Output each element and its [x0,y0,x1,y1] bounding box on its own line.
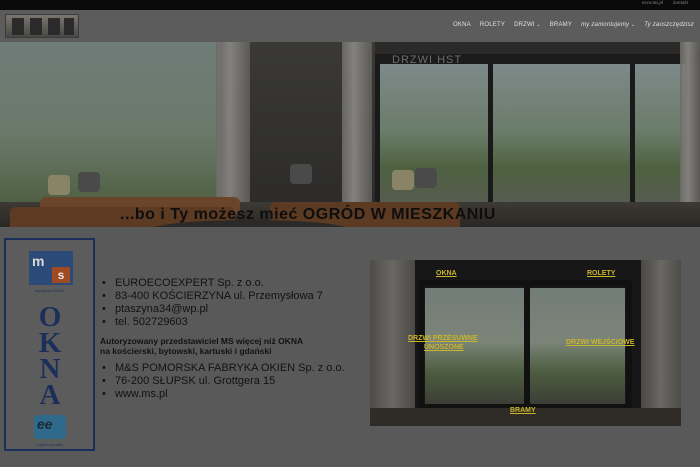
utility-link-contact[interactable]: kontakt [673,1,688,6]
tile-link-okna[interactable]: OKNA [436,270,457,277]
tile-curtain [641,260,681,410]
top-utility-bar: www.ms.pl kontakt [0,0,700,10]
ms-logo: m s [29,251,73,285]
contact-address: 83-400 KOŚCIERZYNA ul. Przemysłowa 7 [100,290,345,303]
tile-link-bramy[interactable]: BRAMY [510,407,536,414]
ms-logo-caption: więcej niż OKNA [34,288,65,293]
authorized-line-2: na kościerski, bytowski, kartuski i gdań… [100,346,272,356]
logo-window-pane [12,18,24,35]
contact-list: EUROECOEXPERT Sp. z o.o. 83-400 KOŚCIERZ… [100,277,345,329]
logo-window-pane [48,18,60,35]
hero-pillow [78,172,100,192]
site-logo[interactable] [5,14,79,38]
nav-item-bramy[interactable]: BRAMY [550,22,572,28]
hero-garden-right [375,64,685,214]
ee-logo: ee [34,415,66,439]
hero-curtain [342,42,372,212]
authorized-dealer-note: Autoryzowany przedstawiciel MS więcej ni… [100,336,345,356]
logo-window-pane [30,18,42,35]
hero-pillow [48,175,70,195]
authorized-line-1: Autoryzowany przedstawiciel MS więcej ni… [100,336,304,346]
tile-door-mullion [524,285,530,410]
hero-garden-left [0,42,220,207]
hero-door-sign: DRZWI HST [392,54,463,66]
ee-logo-caption: i super mondes [35,442,64,447]
hero-door-mullion [488,64,493,204]
okna-title-letters: OKNA [38,301,62,411]
nav-item-drzwi[interactable]: DRZWI [514,22,541,28]
tile-link-drzwi-przesuwne[interactable]: DRZWI PRZESUWNE [408,335,478,342]
contact-email[interactable]: ptaszyna34@wp.pl [100,303,345,316]
hero-pillow [290,164,312,184]
hero-pillow [415,168,437,188]
contact-info: EUROECOEXPERT Sp. z o.o. 83-400 KOŚCIERZ… [100,277,345,401]
content-area: m s więcej niż OKNA OKNA ee i super mond… [0,227,700,467]
manufacturer-list: M&S POMORSKA FABRYKA OKIEN Sp. z o.o. 76… [100,362,345,401]
hero-tagline: ...bo i Ty możesz mieć OGRÓD W MIESZKANI… [120,206,496,223]
ms-logo-m: m [32,253,45,269]
nav-item-ty-zaoszczedzisz[interactable]: Ty zaoszczędzisz [644,22,694,28]
hero-curtain [216,42,250,212]
utility-links: www.ms.pl kontakt [642,1,688,6]
okna-vertical-title: OKNA [34,301,66,411]
nav-item-my-zamontujemy[interactable]: my zamontujemy [581,22,635,28]
ms-logo-s: s [52,267,70,283]
ee-logo-text: ee [37,416,53,432]
logo-window-pane [64,18,74,35]
product-tile: OKNA ROLETY DRZWI PRZESUWNE UNOSZONE DRZ… [370,260,681,426]
nav-item-rolety[interactable]: ROLETY [480,22,505,28]
tile-link-drzwi-wejsciowe[interactable]: DRZWI WEJŚCIOWE [566,339,634,346]
hero-pillow [392,170,414,190]
hero-door-mullion [630,64,635,204]
tile-link-rolety[interactable]: ROLETY [587,270,615,277]
tile-link-drzwi-przesuwne-2[interactable]: UNOSZONE [424,344,464,351]
main-nav: OKNA ROLETY DRZWI BRAMY my zamontujemy T… [453,22,694,28]
contact-phone: tel. 502729603 [100,316,345,329]
contact-company: EUROECOEXPERT Sp. z o.o. [100,277,345,290]
utility-link-website[interactable]: www.ms.pl [642,1,664,6]
hero-curtain [680,42,700,212]
nav-item-okna[interactable]: OKNA [453,22,471,28]
okna-badge-card: m s więcej niż OKNA OKNA ee i super mond… [4,238,95,451]
site-header: OKNA ROLETY DRZWI BRAMY my zamontujemy T… [0,10,700,42]
manufacturer-name: M&S POMORSKA FABRYKA OKIEN Sp. z o.o. [100,362,345,375]
hero-door-mullion [375,64,380,204]
manufacturer-website[interactable]: www.ms.pl [100,388,345,401]
manufacturer-address: 76-200 SŁUPSK ul. Grottgera 15 [100,375,345,388]
hero-banner: DRZWI HST ...bo i Ty możesz mieć OGRÓD W… [0,42,700,227]
